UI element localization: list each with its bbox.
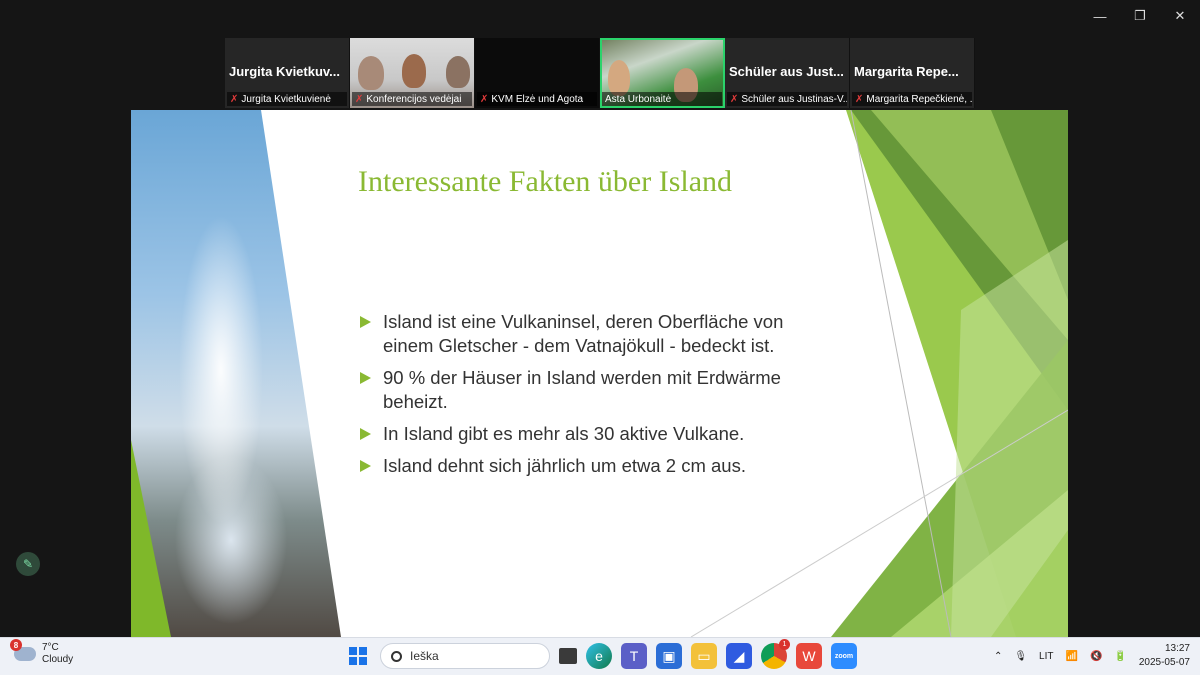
participant-name: Asta Urbonaitė: [605, 93, 672, 105]
file-explorer-icon[interactable]: ▭: [691, 643, 717, 669]
chrome-icon[interactable]: 1: [761, 639, 790, 669]
notification-badge: 1: [779, 639, 790, 650]
bullet-triangle-icon: [360, 428, 371, 440]
participant-big-name: Schüler aus Just...: [729, 64, 844, 79]
search-input[interactable]: Ieška: [380, 643, 550, 669]
bullet-text: In Island gibt es mehr als 30 aktive Vul…: [383, 423, 745, 444]
window-controls: — ❐ ✕: [1080, 6, 1200, 26]
participant-tile[interactable]: Margarita Repe... ✗ Margarita Repečkienė…: [850, 38, 975, 108]
annotate-pen-icon[interactable]: ✎: [16, 552, 40, 576]
mic-muted-icon: ✗: [355, 93, 364, 105]
clock-date: 2025-05-07: [1138, 657, 1190, 668]
chevron-up-icon[interactable]: ⌃: [994, 651, 1002, 662]
search-placeholder: Ieška: [410, 649, 439, 663]
bullet-triangle-icon: [360, 316, 371, 328]
participant-tile-active-speaker[interactable]: Asta Urbonaitė: [600, 38, 725, 108]
participant-video: [446, 56, 470, 88]
participant-label: ✗ Margarita Repečkienė, ...: [852, 92, 972, 106]
minimize-button[interactable]: —: [1080, 6, 1120, 26]
participant-name: Jurgita Kvietkuvienė: [241, 93, 331, 105]
participant-label: ✗ KVM Elzė und Agota: [477, 92, 597, 106]
bullet-item: 90 % der Häuser in Island werden mit Erd…: [358, 366, 838, 414]
mic-muted-icon: ✗: [855, 93, 864, 105]
weather-widget[interactable]: 8 7°C Cloudy: [10, 639, 74, 666]
participant-label: ✗ Schüler aus Justinas-V...: [727, 92, 847, 106]
participant-tile[interactable]: Schüler aus Just... ✗ Schüler aus Justin…: [725, 38, 850, 108]
shared-slide: Interessante Fakten über Island Island i…: [131, 110, 1068, 637]
volume-muted-icon[interactable]: 🔇: [1090, 651, 1102, 662]
cloud-icon: 8: [10, 639, 36, 661]
participant-label: ✗ Konferencijos vedėjai: [352, 92, 472, 106]
restore-button[interactable]: ❐: [1120, 6, 1160, 26]
bullet-item: Island dehnt sich jährlich um etwa 2 cm …: [358, 454, 838, 478]
bullet-text: Island dehnt sich jährlich um etwa 2 cm …: [383, 455, 746, 476]
participant-name: Schüler aus Justinas-V...: [741, 93, 847, 105]
taskbar: 8 7°C Cloudy Ieška e T ▣ ▭ ◢ 1 W zoom ⌃ …: [0, 637, 1200, 675]
mindmap-icon[interactable]: ◢: [726, 643, 752, 669]
participant-tile[interactable]: ✗ Konferencijos vedėjai: [350, 38, 475, 108]
participant-big-name: Margarita Repe...: [854, 64, 959, 79]
teams-icon[interactable]: T: [621, 643, 647, 669]
participant-label: ✗ Jurgita Kvietkuvienė: [227, 92, 347, 106]
participant-name: Margarita Repečkienė, ...: [866, 93, 972, 105]
language-indicator[interactable]: LIT: [1039, 651, 1053, 662]
participant-name: Konferencijos vedėjai: [366, 93, 462, 105]
taskbar-apps: Ieška e T ▣ ▭ ◢ 1 W zoom: [345, 639, 857, 669]
microphone-icon[interactable]: 🎙: [1014, 651, 1027, 662]
store-icon[interactable]: ▣: [656, 643, 682, 669]
zoom-icon[interactable]: zoom: [831, 643, 857, 669]
participant-tile[interactable]: Jurgita Kvietkuv... ✗ Jurgita Kvietkuvie…: [225, 38, 350, 108]
bullet-text: Island ist eine Vulkaninsel, deren Oberf…: [383, 311, 784, 356]
clock[interactable]: 13:27 2025-05-07: [1139, 642, 1190, 670]
battery-icon[interactable]: 🔋: [1114, 651, 1126, 662]
bullet-triangle-icon: [360, 460, 371, 472]
mic-muted-icon: ✗: [730, 93, 739, 105]
mic-muted-icon: ✗: [230, 93, 239, 105]
weather-temperature: 7°C: [42, 642, 59, 653]
weather-description: Cloudy: [42, 654, 74, 665]
windows-start-icon[interactable]: [345, 643, 371, 669]
participant-video: [608, 60, 630, 96]
participant-tile[interactable]: ✗ KVM Elzė und Agota: [475, 38, 600, 108]
close-button[interactable]: ✕: [1160, 6, 1200, 26]
bullet-text: 90 % der Häuser in Island werden mit Erd…: [383, 367, 781, 412]
edge-icon[interactable]: e: [586, 643, 612, 669]
notification-badge: 8: [10, 639, 22, 651]
bullet-triangle-icon: [360, 372, 371, 384]
mic-muted-icon: ✗: [480, 93, 489, 105]
bullet-item: In Island gibt es mehr als 30 aktive Vul…: [358, 422, 838, 446]
wifi-icon[interactable]: 📶: [1065, 651, 1077, 662]
slide-bullets: Island ist eine Vulkaninsel, deren Oberf…: [358, 310, 838, 486]
task-view-icon[interactable]: [559, 648, 577, 664]
participant-strip: Jurgita Kvietkuv... ✗ Jurgita Kvietkuvie…: [225, 38, 975, 108]
participant-name: KVM Elzė und Agota: [491, 93, 584, 105]
participant-video: [358, 56, 384, 90]
system-tray: ⌃ 🎙 LIT 📶 🔇 🔋 13:27 2025-05-07: [994, 642, 1190, 670]
search-icon: [391, 650, 402, 662]
participant-big-name: Jurgita Kvietkuv...: [229, 64, 341, 79]
slide-title: Interessante Fakten über Island: [358, 165, 733, 198]
clock-time: 13:27: [1164, 643, 1190, 654]
wps-office-icon[interactable]: W: [796, 643, 822, 669]
bullet-item: Island ist eine Vulkaninsel, deren Oberf…: [358, 310, 838, 358]
participant-video: [402, 54, 426, 88]
participant-label: Asta Urbonaitė: [602, 92, 722, 106]
